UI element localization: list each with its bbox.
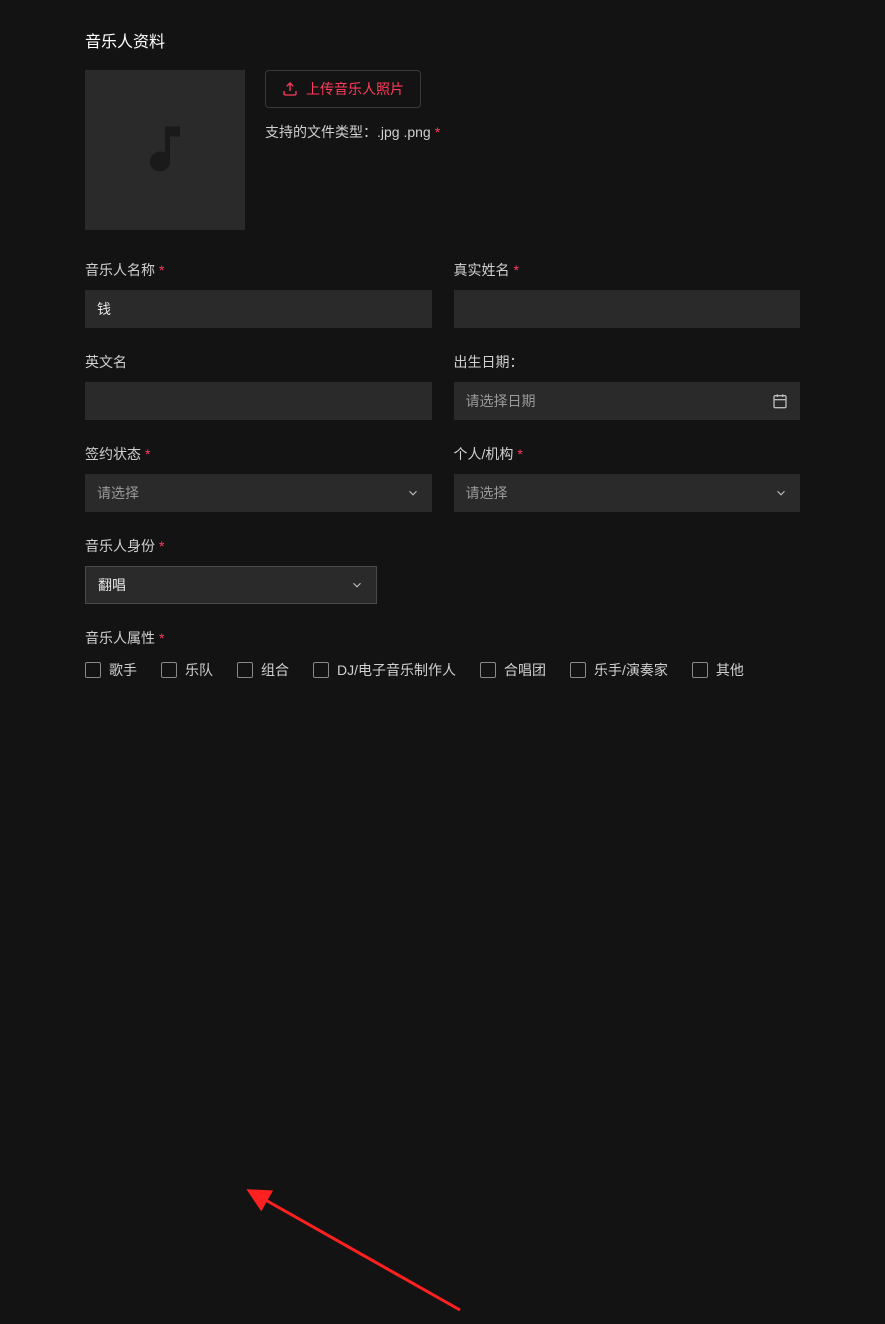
sign-status-label: 签约状态 xyxy=(85,444,141,464)
org-type-label: 个人/机构 xyxy=(454,444,514,464)
calendar-icon xyxy=(772,393,788,409)
attribute-checkbox-group: 歌手 乐队 组合 DJ/电子音乐制作人 合唱团 乐手/演奏家 其他 xyxy=(85,660,800,680)
identity-selected: 翻唱 xyxy=(98,575,350,595)
attribute-label: 音乐人属性 xyxy=(85,628,155,648)
checkbox-box xyxy=(85,662,101,678)
checkbox-label: 合唱团 xyxy=(504,660,546,680)
checkbox-label: 乐队 xyxy=(185,660,213,680)
cloud-upload-icon xyxy=(282,81,298,97)
sign-status-selected: 请选择 xyxy=(97,483,406,503)
upload-photo-button[interactable]: 上传音乐人照片 xyxy=(265,70,421,108)
section-title: 音乐人资料 xyxy=(85,28,800,52)
checkbox-label: 乐手/演奏家 xyxy=(594,660,668,680)
real-name-label: 真实姓名 xyxy=(454,260,510,280)
checkbox-item[interactable]: 乐手/演奏家 xyxy=(570,660,668,680)
checkbox-label: DJ/电子音乐制作人 xyxy=(337,660,456,680)
chevron-down-icon xyxy=(774,486,788,500)
birth-date-label: 出生日期： xyxy=(454,352,524,372)
photo-placeholder[interactable] xyxy=(85,70,245,230)
checkbox-item[interactable]: 歌手 xyxy=(85,660,137,680)
chevron-down-icon xyxy=(406,486,420,500)
checkbox-box xyxy=(237,662,253,678)
upload-button-label: 上传音乐人照片 xyxy=(306,79,404,99)
checkbox-label: 歌手 xyxy=(109,660,137,680)
english-name-label: 英文名 xyxy=(85,352,127,372)
name-label: 音乐人名称 xyxy=(85,260,155,280)
identity-select[interactable]: 翻唱 xyxy=(85,566,377,604)
org-type-selected: 请选择 xyxy=(466,483,775,503)
music-note-icon xyxy=(135,119,195,182)
supported-file-types: 支持的文件类型：.jpg .png* xyxy=(265,122,440,142)
checkbox-box xyxy=(480,662,496,678)
sign-status-select[interactable]: 请选择 xyxy=(85,474,432,512)
name-input[interactable] xyxy=(85,290,432,328)
checkbox-item[interactable]: 乐队 xyxy=(161,660,213,680)
english-name-input[interactable] xyxy=(85,382,432,420)
birth-date-picker[interactable]: 请选择日期 xyxy=(454,382,801,420)
checkbox-box xyxy=(570,662,586,678)
checkbox-box xyxy=(161,662,177,678)
birth-date-placeholder: 请选择日期 xyxy=(466,391,773,411)
checkbox-item[interactable]: 组合 xyxy=(237,660,289,680)
checkbox-item[interactable]: 合唱团 xyxy=(480,660,546,680)
checkbox-box xyxy=(692,662,708,678)
checkbox-label: 组合 xyxy=(261,660,289,680)
checkbox-item[interactable]: 其他 xyxy=(692,660,744,680)
org-type-select[interactable]: 请选择 xyxy=(454,474,801,512)
chevron-down-icon xyxy=(350,578,364,592)
real-name-input[interactable] xyxy=(454,290,801,328)
checkbox-item[interactable]: DJ/电子音乐制作人 xyxy=(313,660,456,680)
identity-label: 音乐人身份 xyxy=(85,536,155,556)
checkbox-box xyxy=(313,662,329,678)
checkbox-label: 其他 xyxy=(716,660,744,680)
